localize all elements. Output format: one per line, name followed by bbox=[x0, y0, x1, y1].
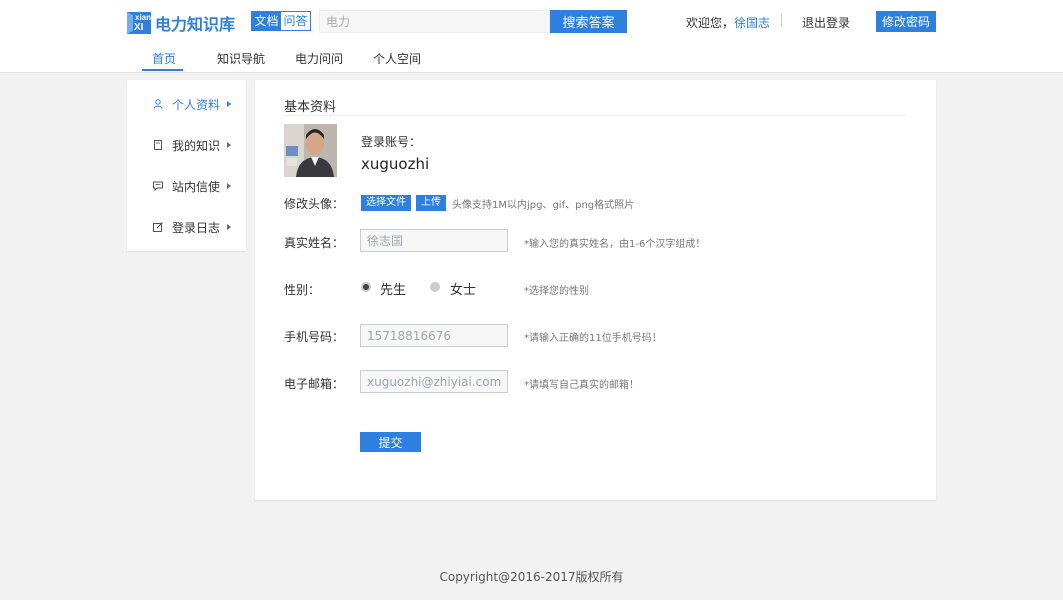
nav-active-indicator bbox=[142, 69, 183, 71]
email-hint: *请填写自己真实的邮箱！ bbox=[524, 380, 639, 391]
nav-home[interactable]: 首页 bbox=[152, 50, 176, 67]
header-divider bbox=[781, 14, 782, 27]
email-field[interactable] bbox=[360, 370, 508, 393]
nav-power-qa[interactable]: 电力问问 bbox=[295, 50, 343, 67]
gender-radio-female[interactable] bbox=[430, 282, 440, 292]
submit-button[interactable]: 提交 bbox=[360, 432, 421, 452]
search-type-doc[interactable]: 文档 bbox=[252, 12, 281, 30]
logout-link[interactable]: 退出登录 bbox=[802, 14, 850, 31]
realname-label: 真实姓名： bbox=[284, 236, 345, 250]
sidebar: 个人资料 我的知识 站内信使 登录日志 bbox=[127, 80, 246, 251]
avatar bbox=[284, 124, 337, 177]
chevron-right-icon bbox=[227, 101, 231, 107]
nav-personal-space[interactable]: 个人空间 bbox=[373, 50, 421, 67]
sidebar-item-profile[interactable]: 个人资料 bbox=[127, 94, 246, 114]
realname-field[interactable] bbox=[360, 229, 508, 252]
account-value: xuguozhi bbox=[361, 155, 430, 173]
message-icon bbox=[153, 181, 163, 192]
site-name: 电力知识库 bbox=[155, 15, 236, 34]
chevron-right-icon bbox=[227, 224, 231, 230]
footer-copyright: Copyright@2016-2017版权所有 bbox=[439, 570, 624, 584]
section-divider bbox=[284, 115, 906, 116]
avatar-hint: 头像支持1M以内jpg、gif、png格式照片 bbox=[452, 200, 635, 211]
phone-hint: *请输入正确的11位手机号码！ bbox=[524, 333, 662, 344]
search-type-qa[interactable]: 问答 bbox=[281, 12, 310, 30]
phone-field[interactable] bbox=[360, 324, 508, 347]
chevron-right-icon bbox=[227, 183, 231, 189]
top-header: xian XI 电力知识库 文档 问答 搜索答案 欢迎您，徐国志 退出登录 修改… bbox=[0, 0, 1063, 73]
choose-file-button[interactable]: 选择文件 bbox=[361, 195, 411, 211]
email-label: 电子邮箱： bbox=[284, 377, 345, 391]
user-icon bbox=[153, 99, 163, 109]
gender-label: 性别： bbox=[284, 283, 321, 297]
welcome-text: 欢迎您，徐国志 bbox=[686, 14, 770, 31]
logo-letters-top: xian bbox=[135, 13, 152, 22]
welcome-label: 欢迎您， bbox=[686, 16, 735, 30]
logo-letters-bottom: XI bbox=[134, 22, 144, 33]
search-type-switch: 文档 问答 bbox=[251, 11, 311, 31]
sidebar-item-login-log[interactable]: 登录日志 bbox=[127, 217, 246, 237]
nav-knowledge-guide[interactable]: 知识导航 bbox=[217, 50, 265, 67]
gender-radio-male[interactable] bbox=[361, 282, 371, 292]
username-link[interactable]: 徐国志 bbox=[734, 16, 770, 30]
phone-label: 手机号码： bbox=[284, 330, 345, 344]
sidebar-item-label: 我的知识 bbox=[172, 138, 221, 153]
realname-hint: *输入您的真实姓名，由1-6个汉字组成！ bbox=[524, 239, 706, 250]
logo-mark-icon: xian XI bbox=[127, 12, 151, 34]
sidebar-item-my-knowledge[interactable]: 我的知识 bbox=[127, 135, 246, 155]
section-title: 基本资料 bbox=[284, 100, 337, 115]
gender-option-female[interactable]: 女士 bbox=[450, 279, 476, 298]
gender-option-male[interactable]: 先生 bbox=[380, 279, 406, 298]
account-label: 登录账号： bbox=[361, 135, 422, 149]
gender-hint: *选择您的性别 bbox=[524, 286, 589, 297]
upload-button[interactable]: 上传 bbox=[416, 195, 446, 211]
document-icon bbox=[153, 140, 163, 150]
search-input[interactable] bbox=[319, 10, 550, 33]
edit-icon bbox=[153, 222, 163, 232]
sidebar-item-label: 个人资料 bbox=[172, 97, 221, 112]
sidebar-item-label: 站内信使 bbox=[172, 179, 221, 194]
sidebar-item-messages[interactable]: 站内信使 bbox=[127, 176, 246, 196]
change-password-button[interactable]: 修改密码 bbox=[876, 11, 936, 32]
search-button[interactable]: 搜索答案 bbox=[550, 10, 627, 33]
avatar-label: 修改头像： bbox=[284, 197, 345, 211]
sidebar-item-label: 登录日志 bbox=[172, 220, 221, 235]
chevron-right-icon bbox=[227, 142, 231, 148]
site-logo[interactable]: xian XI 电力知识库 bbox=[127, 11, 235, 35]
profile-panel: 基本资料 登录账号： xuguozhi 修改头像： 选择文件 上传 头像支持1M… bbox=[255, 80, 936, 500]
